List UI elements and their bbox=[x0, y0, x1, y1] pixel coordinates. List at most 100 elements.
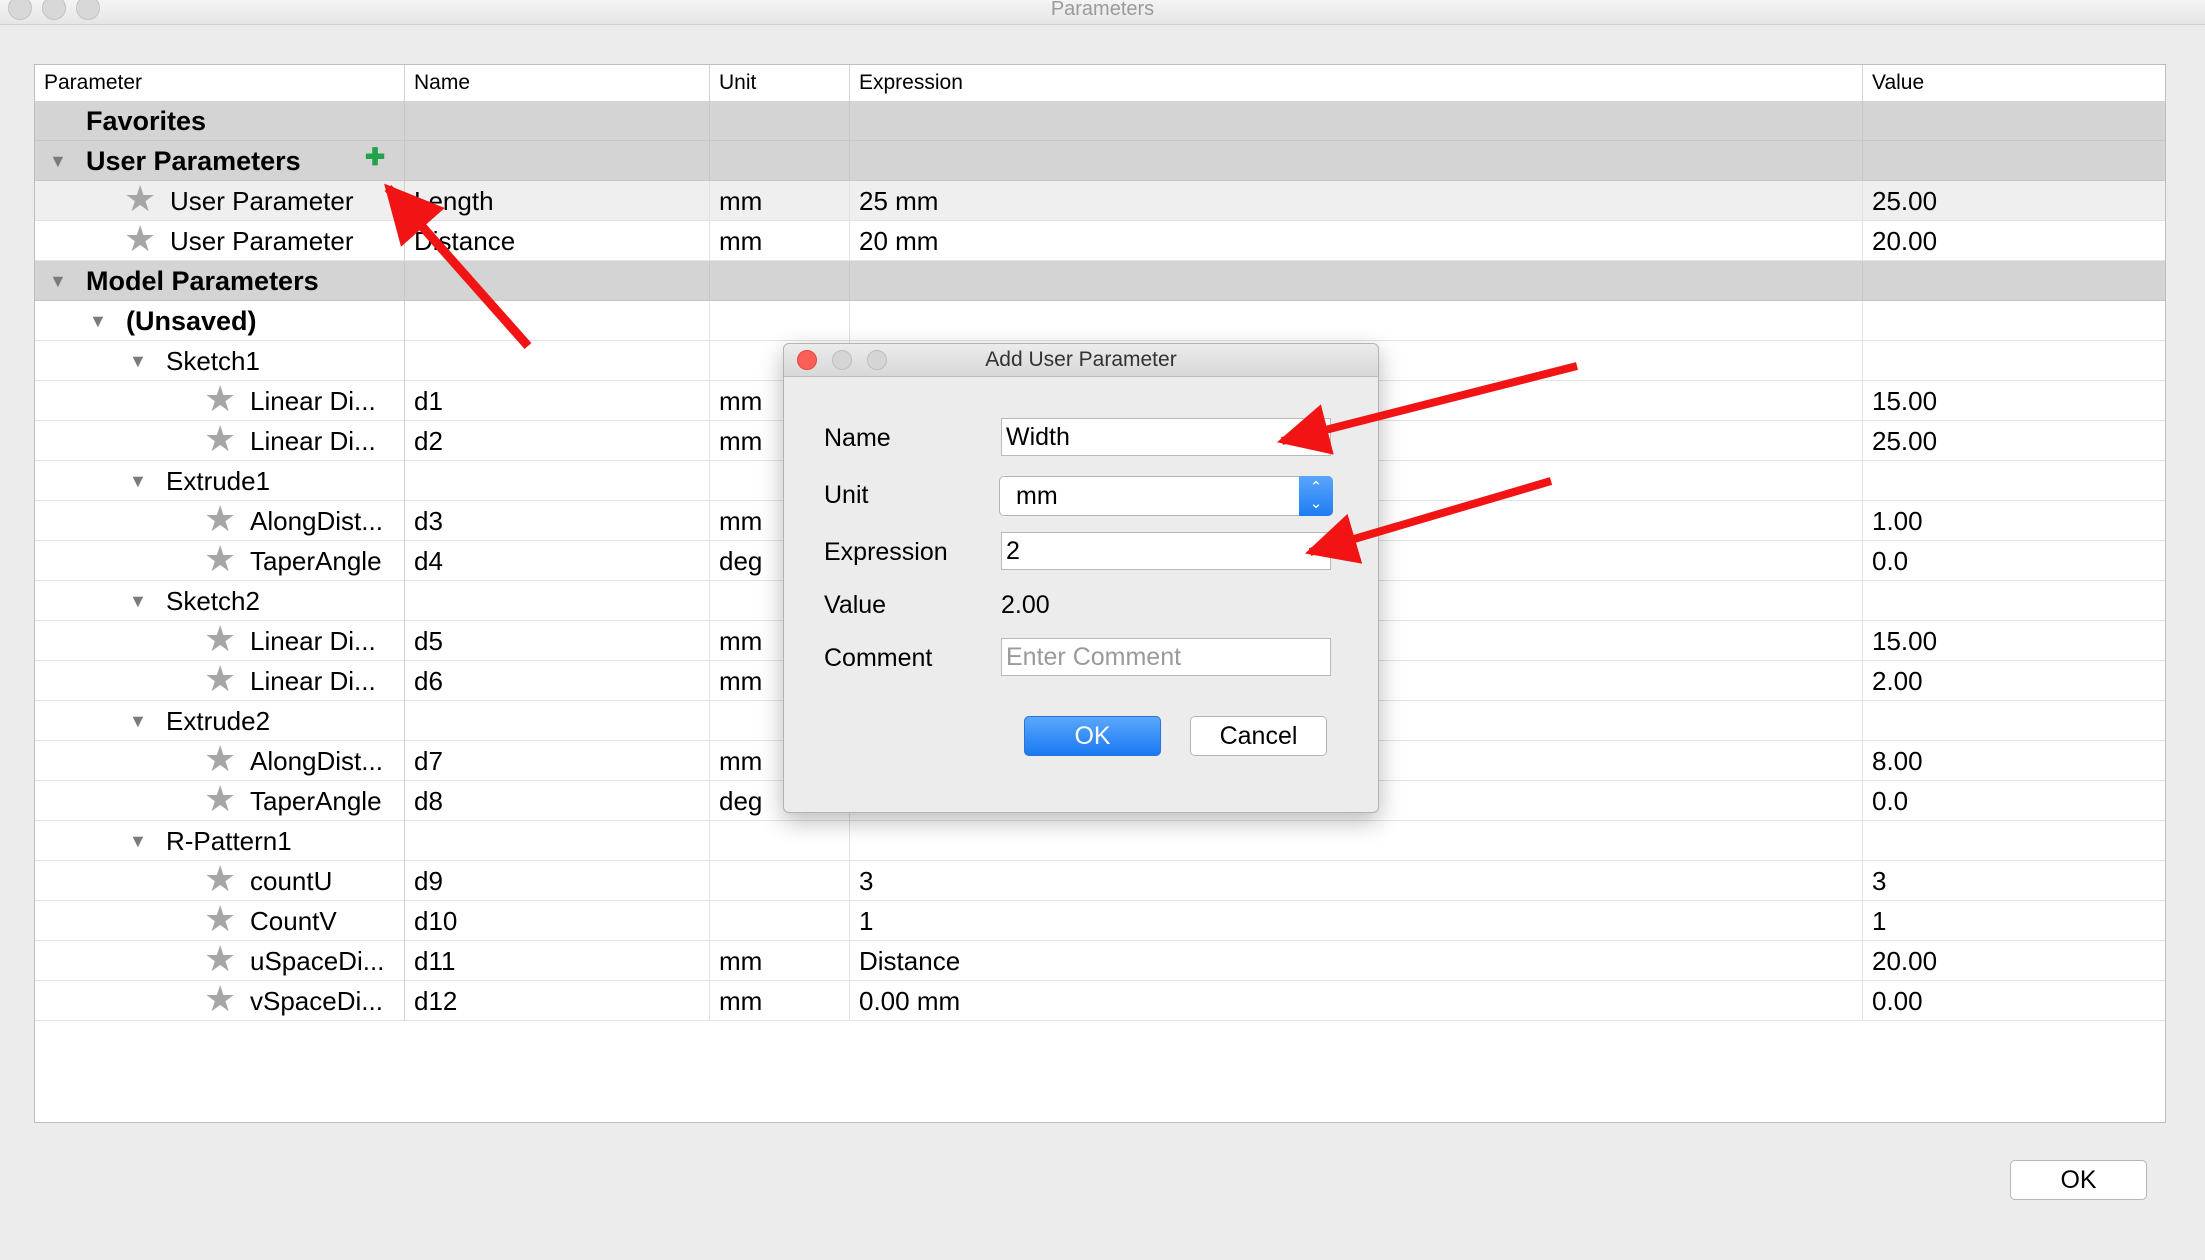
unit-cell[interactable] bbox=[710, 821, 850, 861]
star-icon[interactable]: ★ bbox=[204, 901, 236, 939]
value-cell[interactable]: 15.00 bbox=[1863, 621, 2165, 661]
name-cell[interactable]: d3 bbox=[405, 501, 710, 541]
add-plus-icon[interactable]: ✚ bbox=[365, 141, 385, 178]
value-cell[interactable]: 0.0 bbox=[1863, 541, 2165, 581]
value-cell[interactable]: 20.00 bbox=[1863, 941, 2165, 981]
select-chevron-icon[interactable]: ⌃ ⌄ bbox=[1299, 476, 1333, 516]
name-cell[interactable] bbox=[405, 701, 710, 741]
value-cell[interactable]: 8.00 bbox=[1863, 741, 2165, 781]
table-row[interactable]: ★ countU d9 3 3 bbox=[35, 861, 2165, 901]
name-cell[interactable]: d6 bbox=[405, 661, 710, 701]
unit-cell[interactable]: mm bbox=[710, 981, 850, 1021]
name-input[interactable]: Width bbox=[1001, 418, 1331, 456]
value-cell[interactable]: 1.00 bbox=[1863, 501, 2165, 541]
value-cell[interactable] bbox=[1863, 101, 2165, 141]
expression-cell[interactable]: 1 bbox=[850, 901, 1863, 941]
value-cell[interactable]: 20.00 bbox=[1863, 221, 2165, 261]
group-row[interactable]: ▼ User Parameters ✚ bbox=[35, 141, 2165, 181]
name-cell[interactable]: d12 bbox=[405, 981, 710, 1021]
value-cell[interactable] bbox=[1863, 461, 2165, 501]
expression-cell[interactable]: 0.00 mm bbox=[850, 981, 1863, 1021]
unit-cell[interactable] bbox=[710, 101, 850, 141]
disclosure-triangle-icon[interactable]: ▼ bbox=[129, 461, 147, 500]
expression-cell[interactable] bbox=[850, 261, 1863, 301]
expression-cell[interactable]: 20 mm bbox=[850, 221, 1863, 261]
unit-select[interactable]: mm ⌃ ⌄ bbox=[999, 476, 1333, 516]
table-row[interactable]: ▼ (Unsaved) bbox=[35, 301, 2165, 341]
expression-cell[interactable] bbox=[850, 141, 1863, 181]
column-header-name[interactable]: Name bbox=[405, 65, 710, 101]
star-icon[interactable]: ★ bbox=[204, 541, 236, 579]
value-cell[interactable] bbox=[1863, 701, 2165, 741]
unit-cell[interactable]: mm bbox=[710, 221, 850, 261]
expression-cell[interactable]: 25 mm bbox=[850, 181, 1863, 221]
table-row[interactable]: ★ uSpaceDi... d11 mm Distance 20.00 bbox=[35, 941, 2165, 981]
unit-cell[interactable] bbox=[710, 901, 850, 941]
star-icon[interactable]: ★ bbox=[204, 381, 236, 419]
disclosure-triangle-icon[interactable]: ▼ bbox=[129, 821, 147, 860]
star-icon[interactable]: ★ bbox=[204, 661, 236, 699]
unit-cell[interactable] bbox=[710, 261, 850, 301]
value-cell[interactable]: 0.00 bbox=[1863, 981, 2165, 1021]
name-cell[interactable] bbox=[405, 821, 710, 861]
name-cell[interactable]: d7 bbox=[405, 741, 710, 781]
expression-cell[interactable] bbox=[850, 301, 1863, 341]
value-cell[interactable]: 25.00 bbox=[1863, 181, 2165, 221]
table-row[interactable]: ★ CountV d10 1 1 bbox=[35, 901, 2165, 941]
name-cell[interactable] bbox=[405, 141, 710, 181]
star-icon[interactable]: ★ bbox=[204, 981, 236, 1019]
expression-cell[interactable]: Distance bbox=[850, 941, 1863, 981]
value-cell[interactable] bbox=[1863, 581, 2165, 621]
value-cell[interactable] bbox=[1863, 301, 2165, 341]
unit-cell[interactable]: mm bbox=[710, 181, 850, 221]
value-cell[interactable]: 0.0 bbox=[1863, 781, 2165, 821]
expression-input[interactable]: 2 bbox=[1001, 532, 1331, 570]
name-cell[interactable] bbox=[405, 301, 710, 341]
table-row[interactable]: ▼ R-Pattern1 bbox=[35, 821, 2165, 861]
dialog-cancel-button[interactable]: Cancel bbox=[1190, 716, 1327, 756]
star-icon[interactable]: ★ bbox=[204, 861, 236, 899]
main-ok-button[interactable]: OK bbox=[2010, 1160, 2147, 1200]
name-cell[interactable]: d4 bbox=[405, 541, 710, 581]
disclosure-triangle-icon[interactable]: ▼ bbox=[89, 301, 107, 340]
name-cell[interactable]: d1 bbox=[405, 381, 710, 421]
name-cell[interactable]: d10 bbox=[405, 901, 710, 941]
table-row[interactable]: ★ User Parameter Distance mm 20 mm 20.00 bbox=[35, 221, 2165, 261]
expression-cell[interactable] bbox=[850, 821, 1863, 861]
expression-cell[interactable]: 3 bbox=[850, 861, 1863, 901]
value-cell[interactable]: 15.00 bbox=[1863, 381, 2165, 421]
name-cell[interactable]: d11 bbox=[405, 941, 710, 981]
name-cell[interactable]: d5 bbox=[405, 621, 710, 661]
value-cell[interactable] bbox=[1863, 821, 2165, 861]
group-row[interactable]: ▼ Model Parameters bbox=[35, 261, 2165, 301]
unit-cell[interactable] bbox=[710, 301, 850, 341]
dialog-ok-button[interactable]: OK bbox=[1024, 716, 1161, 756]
star-icon[interactable]: ★ bbox=[204, 421, 236, 459]
name-cell[interactable] bbox=[405, 341, 710, 381]
star-icon[interactable]: ★ bbox=[204, 501, 236, 539]
name-cell[interactable] bbox=[405, 461, 710, 501]
name-cell[interactable] bbox=[405, 581, 710, 621]
star-icon[interactable]: ★ bbox=[204, 781, 236, 819]
disclosure-triangle-icon[interactable]: ▼ bbox=[129, 341, 147, 380]
name-cell[interactable]: d9 bbox=[405, 861, 710, 901]
name-cell[interactable] bbox=[405, 101, 710, 141]
value-cell[interactable] bbox=[1863, 261, 2165, 301]
table-row[interactable]: ★ vSpaceDi... d12 mm 0.00 mm 0.00 bbox=[35, 981, 2165, 1021]
column-header-parameter[interactable]: Parameter bbox=[35, 65, 405, 101]
unit-cell[interactable] bbox=[710, 861, 850, 901]
unit-cell[interactable]: mm bbox=[710, 941, 850, 981]
table-row[interactable]: ★ User Parameter Length mm 25 mm 25.00 bbox=[35, 181, 2165, 221]
expression-cell[interactable] bbox=[850, 101, 1863, 141]
name-cell[interactable] bbox=[405, 261, 710, 301]
column-header-value[interactable]: Value bbox=[1863, 65, 2165, 101]
star-icon[interactable]: ★ bbox=[204, 621, 236, 659]
group-row[interactable]: Favorites bbox=[35, 101, 2165, 141]
name-cell[interactable]: Length bbox=[405, 181, 710, 221]
value-cell[interactable] bbox=[1863, 341, 2165, 381]
value-cell[interactable]: 25.00 bbox=[1863, 421, 2165, 461]
disclosure-triangle-icon[interactable]: ▼ bbox=[129, 701, 147, 740]
column-header-unit[interactable]: Unit bbox=[710, 65, 850, 101]
value-cell[interactable]: 1 bbox=[1863, 901, 2165, 941]
disclosure-triangle-icon[interactable]: ▼ bbox=[49, 261, 67, 300]
